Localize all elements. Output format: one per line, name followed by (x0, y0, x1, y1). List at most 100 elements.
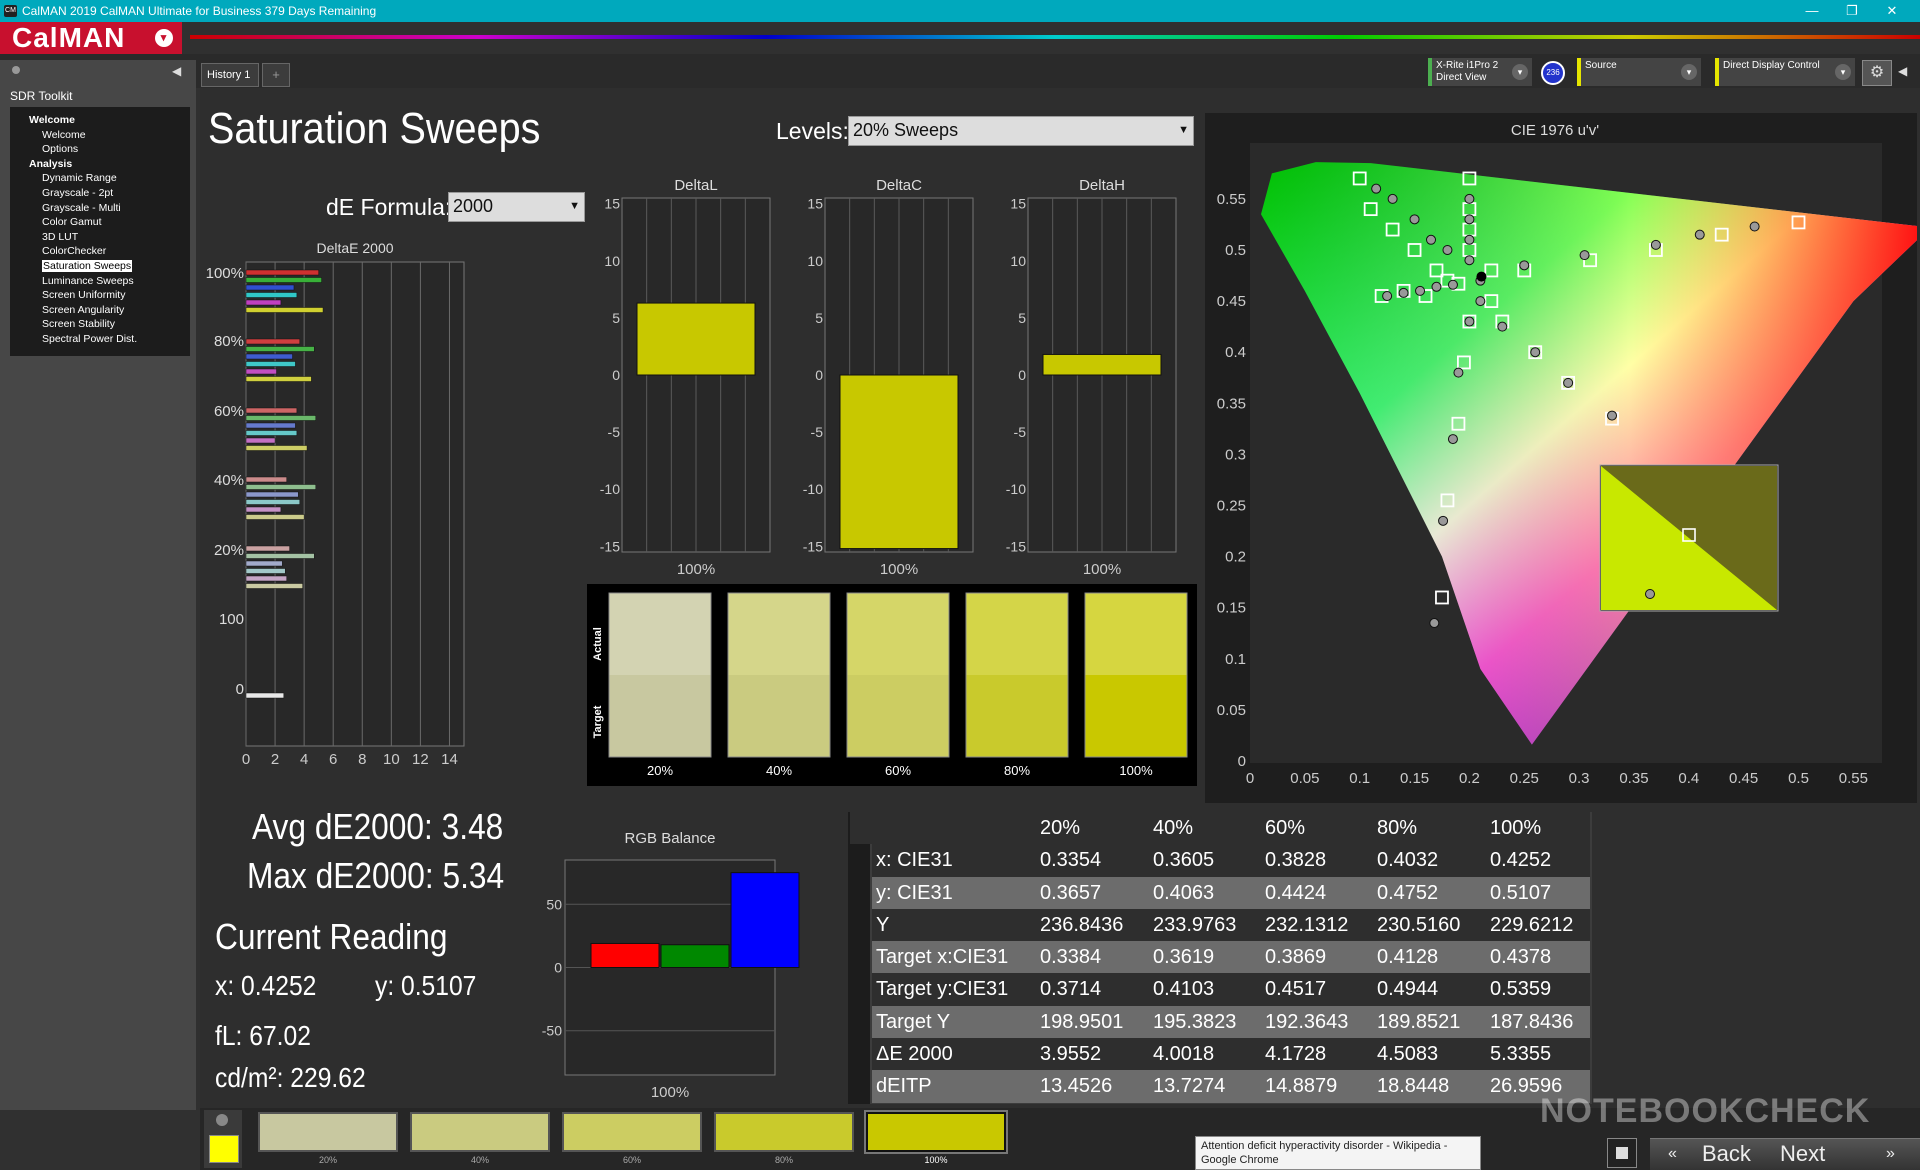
patch-label: 60% (885, 763, 911, 778)
x-tick-label: 0.05 (1290, 770, 1319, 787)
actual-marker (1464, 234, 1475, 245)
sidebar-item[interactable]: Color Gamut (10, 215, 190, 230)
swatch-label: 100% (924, 1155, 948, 1165)
maximize-button[interactable]: ❐ (1832, 0, 1872, 22)
table-cell: 18.8448 (1377, 1075, 1450, 1098)
add-tab-button[interactable]: + (262, 63, 290, 87)
meter-badge[interactable]: 236 (1541, 61, 1565, 85)
close-button[interactable]: ✕ (1872, 0, 1912, 22)
next-button[interactable]: Next (1780, 1141, 1825, 1167)
table-cell: 13.4526 (1040, 1075, 1113, 1098)
y-tick-label: 0.2 (1225, 549, 1246, 566)
sidebar-item[interactable]: Luminance Sweeps (10, 274, 190, 289)
minimize-button[interactable]: — (1792, 0, 1832, 22)
table-cell: 0.3384 (1040, 946, 1102, 969)
cie-chart: CIE 1976 u'v' 0 0.05 0.1 0.15 0.2 0.25 0.3 0.35 0… (1205, 113, 1917, 803)
calman-brand-menu[interactable]: CalMAN ▾ (0, 22, 182, 54)
table-row: Y 236.8436 233.9763 232.1312 230.5160 229.621… (872, 908, 1590, 942)
deltae-bar (245, 415, 317, 421)
swatch-button[interactable] (410, 1112, 550, 1152)
sidebar-item[interactable]: Grayscale - 2pt (10, 186, 190, 201)
window-titlebar: CM CalMAN 2019 CalMAN Ultimate for Busin… (0, 0, 1920, 22)
deltae-bar (245, 514, 305, 520)
table-row: dEITP 13.4526 13.7274 14.8879 18.8448 26.9596 (872, 1070, 1590, 1103)
tab-history-1[interactable]: History 1 (201, 63, 259, 87)
sidebar-item-label: Color Gamut (42, 216, 102, 229)
sidebar-item[interactable]: ColorChecker (10, 244, 190, 259)
meter-selector[interactable]: X-Rite i1Pro 2 Direct View ▾ (1428, 58, 1532, 86)
sidebar-item[interactable]: Saturation Sweeps (10, 259, 190, 274)
page-title: Saturation Sweeps (208, 104, 541, 153)
rgb-bar (730, 872, 800, 969)
swatch-label: 20% (318, 1155, 337, 1165)
sidebar-item[interactable]: Options (10, 142, 190, 157)
sidebar-item[interactable]: Welcome (10, 113, 190, 128)
sidebar-item[interactable]: Analysis (10, 157, 190, 172)
sidebar-item[interactable]: Screen Uniformity (10, 288, 190, 303)
table-cell: 0.4517 (1265, 978, 1327, 1001)
sidebar-item[interactable]: Dynamic Range (10, 171, 190, 186)
pin-icon[interactable] (12, 66, 20, 74)
table-cell: 0.4424 (1265, 881, 1327, 904)
sidebar-item-label: Welcome (29, 114, 75, 126)
chart-title: CIE 1976 u'v' (1511, 122, 1599, 139)
row-label: Target Y (876, 1010, 951, 1033)
formula-dropdown[interactable]: 2000 ▼ (448, 192, 585, 222)
formula-label: dE Formula: (326, 194, 452, 220)
chart-title: DeltaH (1079, 177, 1125, 194)
table-cell: 233.9763 (1153, 913, 1237, 936)
source-selector[interactable]: Source ▾ (1577, 58, 1701, 86)
table-cell: 4.1728 (1265, 1043, 1327, 1066)
chevron-down-icon[interactable]: ▾ (1681, 64, 1697, 80)
actual-patch (966, 593, 1068, 675)
y-tick-label: -10 (803, 481, 823, 497)
sidebar-item-label: Screen Uniformity (42, 289, 126, 302)
sidebar-item[interactable]: Screen Stability (10, 317, 190, 332)
deltae-bar (245, 338, 301, 345)
chevron-down-icon[interactable]: ▾ (1835, 64, 1851, 80)
current-color-swatch (209, 1135, 239, 1163)
chevron-up-icon[interactable] (216, 1114, 228, 1126)
x-tick-label: 0.4 (1678, 770, 1699, 787)
collapse-right-icon[interactable]: ◀ (1898, 64, 1907, 78)
chevron-down-icon[interactable]: ▾ (1512, 64, 1528, 80)
display-selector[interactable]: Direct Display Control ▾ (1715, 58, 1855, 86)
table-cell: 0.5359 (1490, 978, 1552, 1001)
actual-patch (609, 593, 711, 675)
table-cell: 0.3354 (1040, 849, 1102, 872)
sidebar-item-label: Saturation Sweeps (42, 259, 133, 272)
table-cell: 0.3828 (1265, 849, 1327, 872)
y-tick-label: 0.05 (1217, 702, 1246, 719)
current-y: y: 0.5107 (375, 970, 477, 1001)
rgb-balance-chart: RGB Balance 50 0 -50 100% (542, 830, 800, 1100)
deltae-bar (245, 575, 287, 582)
current-marker (1476, 271, 1487, 282)
watermark: NOTEBOOKCHECK (1540, 1092, 1871, 1130)
stop-button[interactable] (1607, 1138, 1637, 1168)
actual-marker (1453, 367, 1464, 378)
sidebar-item[interactable]: Grayscale - Multi (10, 201, 190, 216)
actual-marker (1464, 193, 1475, 204)
swatch-button[interactable] (866, 1112, 1006, 1152)
row-label: Target y:CIE31 (876, 978, 1009, 1001)
chevron-down-icon[interactable]: ▾ (155, 29, 173, 47)
y-tick-label: -5 (1014, 424, 1027, 440)
swatch-button[interactable] (258, 1112, 398, 1152)
swatch-button[interactable] (714, 1112, 854, 1152)
table-row: y: CIE31 0.3657 0.4063 0.4424 0.4752 0.5107 (872, 876, 1590, 909)
sidebar-item[interactable]: Spectral Power Dist. (10, 332, 190, 347)
table-cell: 0.4378 (1490, 946, 1552, 969)
group-label: 40% (214, 472, 244, 489)
table-row: x: CIE31 0.3354 0.3605 0.3828 0.4032 0.4252 (872, 844, 1590, 877)
collapse-left-icon[interactable]: ◀ (172, 64, 181, 78)
levels-dropdown[interactable]: 20% Sweeps ▼ (848, 116, 1194, 146)
sidebar-item[interactable]: Screen Angularity (10, 303, 190, 318)
x-tick-label: 8 (358, 751, 366, 768)
swatch-button[interactable] (562, 1112, 702, 1152)
sidebar-item[interactable]: 3D LUT (10, 230, 190, 245)
back-button[interactable]: Back (1702, 1141, 1751, 1167)
gear-icon[interactable]: ⚙ (1862, 60, 1892, 86)
sidebar-item[interactable]: Welcome (10, 128, 190, 143)
column-header: 80% (1377, 817, 1418, 839)
table-cell: 236.8436 (1040, 913, 1124, 936)
